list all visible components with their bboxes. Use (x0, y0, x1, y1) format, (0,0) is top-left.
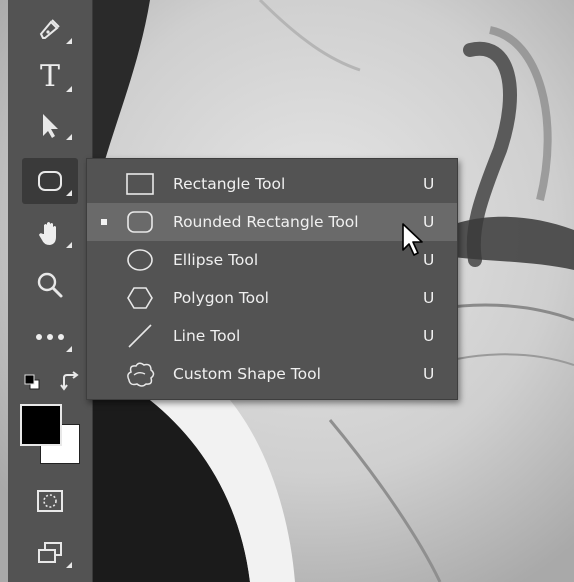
hand-icon (35, 218, 65, 248)
menu-item-custom-shape-tool[interactable]: Custom Shape Tool U (87, 355, 457, 393)
mouse-pointer-icon (401, 222, 427, 262)
shape-tools-flyout-menu: Rectangle Tool U Rounded Rectangle Tool … (86, 158, 458, 400)
submenu-indicator (66, 562, 72, 568)
shape-tool-button[interactable] (22, 158, 78, 204)
menu-item-label: Ellipse Tool (173, 251, 259, 269)
submenu-indicator (66, 38, 72, 44)
submenu-indicator (66, 190, 72, 196)
more-tools-button[interactable] (22, 314, 78, 360)
rectangle-icon (121, 169, 159, 199)
menu-item-label: Custom Shape Tool (173, 365, 321, 383)
foreground-color-swatch[interactable] (20, 404, 62, 446)
screen-mode-button[interactable] (22, 530, 78, 576)
tools-panel: T (8, 0, 93, 582)
menu-item-label: Rounded Rectangle Tool (173, 213, 359, 231)
zoom-tool-button[interactable] (22, 262, 78, 308)
line-icon (121, 321, 159, 351)
submenu-indicator (66, 86, 72, 92)
screen-mode-icon (35, 539, 65, 567)
submenu-indicator (66, 242, 72, 248)
pen-tool-button[interactable] (22, 6, 78, 52)
menu-item-label: Line Tool (173, 327, 241, 345)
path-selection-tool-button[interactable] (22, 102, 78, 148)
rounded-rectangle-icon (35, 167, 65, 195)
menu-item-label: Rectangle Tool (173, 175, 286, 193)
selected-tool-indicator (101, 219, 107, 225)
menu-item-shortcut: U (423, 175, 435, 193)
submenu-indicator (66, 134, 72, 140)
menu-item-rectangle-tool[interactable]: Rectangle Tool U (87, 165, 457, 203)
submenu-indicator (66, 346, 72, 352)
swap-colors-icon (58, 371, 82, 398)
ellipse-icon (121, 245, 159, 275)
quick-mask-icon (35, 488, 65, 514)
quick-mask-button[interactable] (22, 478, 78, 524)
menu-item-shortcut: U (423, 365, 435, 383)
hand-tool-button[interactable] (22, 210, 78, 256)
type-tool-button[interactable]: T (22, 54, 78, 100)
menu-item-polygon-tool[interactable]: Polygon Tool U (87, 279, 457, 317)
default-colors-icon (22, 374, 42, 396)
pen-icon (35, 14, 65, 44)
menu-item-label: Polygon Tool (173, 289, 269, 307)
path-selection-arrow-icon (37, 110, 63, 140)
menu-item-shortcut: U (423, 289, 435, 307)
rounded-rectangle-icon (121, 207, 159, 237)
default-colors-button[interactable] (22, 372, 42, 392)
swap-colors-button[interactable] (58, 370, 82, 394)
polygon-icon (121, 283, 159, 313)
photoshop-canvas: T Rectangle Tool U Rounded Rectangle Too… (0, 0, 574, 582)
more-tools-icon (33, 331, 67, 343)
type-icon: T (39, 59, 60, 94)
custom-shape-icon (121, 359, 159, 389)
menu-item-shortcut: U (423, 327, 435, 345)
zoom-magnifier-icon (35, 270, 65, 300)
menu-item-line-tool[interactable]: Line Tool U (87, 317, 457, 355)
